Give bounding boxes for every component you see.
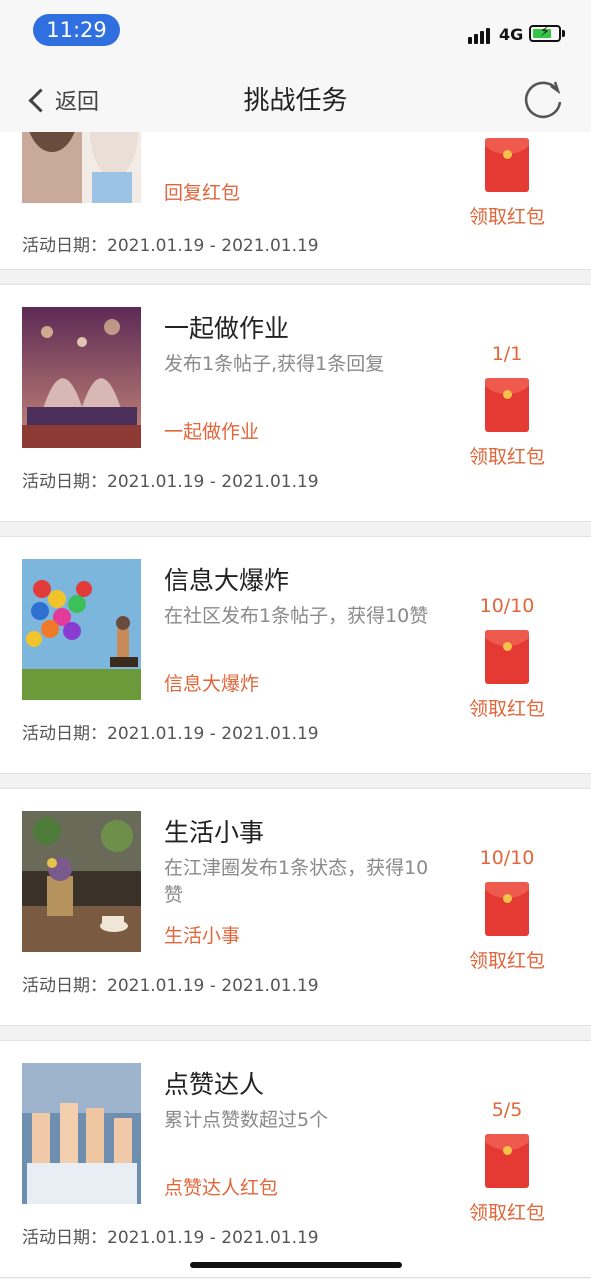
task-thumbnail <box>22 132 141 203</box>
battery-icon: ⚡ <box>529 24 561 42</box>
claim-envelope-button[interactable]: 领取红包 <box>447 946 567 973</box>
nav-bar: 返回 挑战任务 <box>0 62 591 133</box>
status-bar: 11:29 4G ⚡ <box>0 0 591 62</box>
task-date: 活动日期：2021.01.19 - 2021.01.19 <box>22 976 319 996</box>
task-title: 一起做作业 <box>164 314 290 343</box>
red-envelope-icon[interactable] <box>485 138 529 192</box>
task-card[interactable]: 回复红包 活动日期：2021.01.19 - 2021.01.19 领取红包 <box>0 132 591 270</box>
task-card[interactable]: 信息大爆炸 在社区发布1条帖子，获得10赞 信息大爆炸 活动日期：2021.01… <box>0 536 591 774</box>
task-card[interactable]: 生活小事 在江津圈发布1条状态，获得10赞 生活小事 活动日期：2021.01.… <box>0 788 591 1026</box>
red-envelope-icon[interactable] <box>485 378 529 432</box>
task-thumbnail <box>22 1063 141 1204</box>
task-description: 在江津圈发布1条状态，获得10赞 <box>164 857 429 906</box>
status-time: 11:29 <box>33 14 120 46</box>
task-thumbnail <box>22 559 141 700</box>
task-title: 点赞达人 <box>164 1070 265 1099</box>
task-thumbnail <box>22 307 141 448</box>
task-date: 活动日期：2021.01.19 - 2021.01.19 <box>22 1228 319 1248</box>
task-reward-label: 信息大爆炸 <box>164 673 260 695</box>
red-envelope-icon[interactable] <box>485 1134 529 1188</box>
task-date: 活动日期：2021.01.19 - 2021.01.19 <box>22 236 319 256</box>
battery-cap <box>562 30 565 37</box>
task-card[interactable]: 点赞达人 累计点赞数超过5个 点赞达人红包 活动日期：2021.01.19 - … <box>0 1040 591 1278</box>
task-date: 活动日期：2021.01.19 - 2021.01.19 <box>22 472 319 492</box>
signal-icon <box>468 26 492 44</box>
task-date: 活动日期：2021.01.19 - 2021.01.19 <box>22 724 319 744</box>
task-description: 发布1条帖子,获得1条回复 <box>164 353 385 375</box>
home-indicator[interactable] <box>190 1262 402 1268</box>
task-progress: 5/5 <box>491 1099 523 1121</box>
task-title: 生活小事 <box>164 818 265 847</box>
task-progress: 1/1 <box>491 343 523 365</box>
task-thumbnail <box>22 811 141 952</box>
network-type: 4G <box>499 25 524 44</box>
claim-envelope-button[interactable]: 领取红包 <box>447 1198 567 1225</box>
task-reward-label: 点赞达人红包 <box>164 1177 279 1199</box>
task-progress: 10/10 <box>479 847 535 869</box>
red-envelope-icon[interactable] <box>485 630 529 684</box>
red-envelope-icon[interactable] <box>485 882 529 936</box>
task-reward-label: 回复红包 <box>164 182 241 204</box>
claim-envelope-button[interactable]: 领取红包 <box>447 202 567 229</box>
task-card[interactable]: 一起做作业 发布1条帖子,获得1条回复 一起做作业 活动日期：2021.01.1… <box>0 284 591 522</box>
page-title: 挑战任务 <box>243 86 348 116</box>
task-title: 信息大爆炸 <box>164 566 290 595</box>
claim-envelope-button[interactable]: 领取红包 <box>447 694 567 721</box>
task-description: 在社区发布1条帖子，获得10赞 <box>164 605 429 627</box>
task-reward-label: 一起做作业 <box>164 421 260 443</box>
task-progress: 10/10 <box>479 595 535 617</box>
task-list[interactable]: 回复红包 活动日期：2021.01.19 - 2021.01.19 领取红包 一… <box>0 132 591 1279</box>
task-reward-label: 生活小事 <box>164 925 241 947</box>
claim-envelope-button[interactable]: 领取红包 <box>447 442 567 469</box>
refresh-icon[interactable] <box>521 78 565 122</box>
task-description: 累计点赞数超过5个 <box>164 1109 329 1131</box>
